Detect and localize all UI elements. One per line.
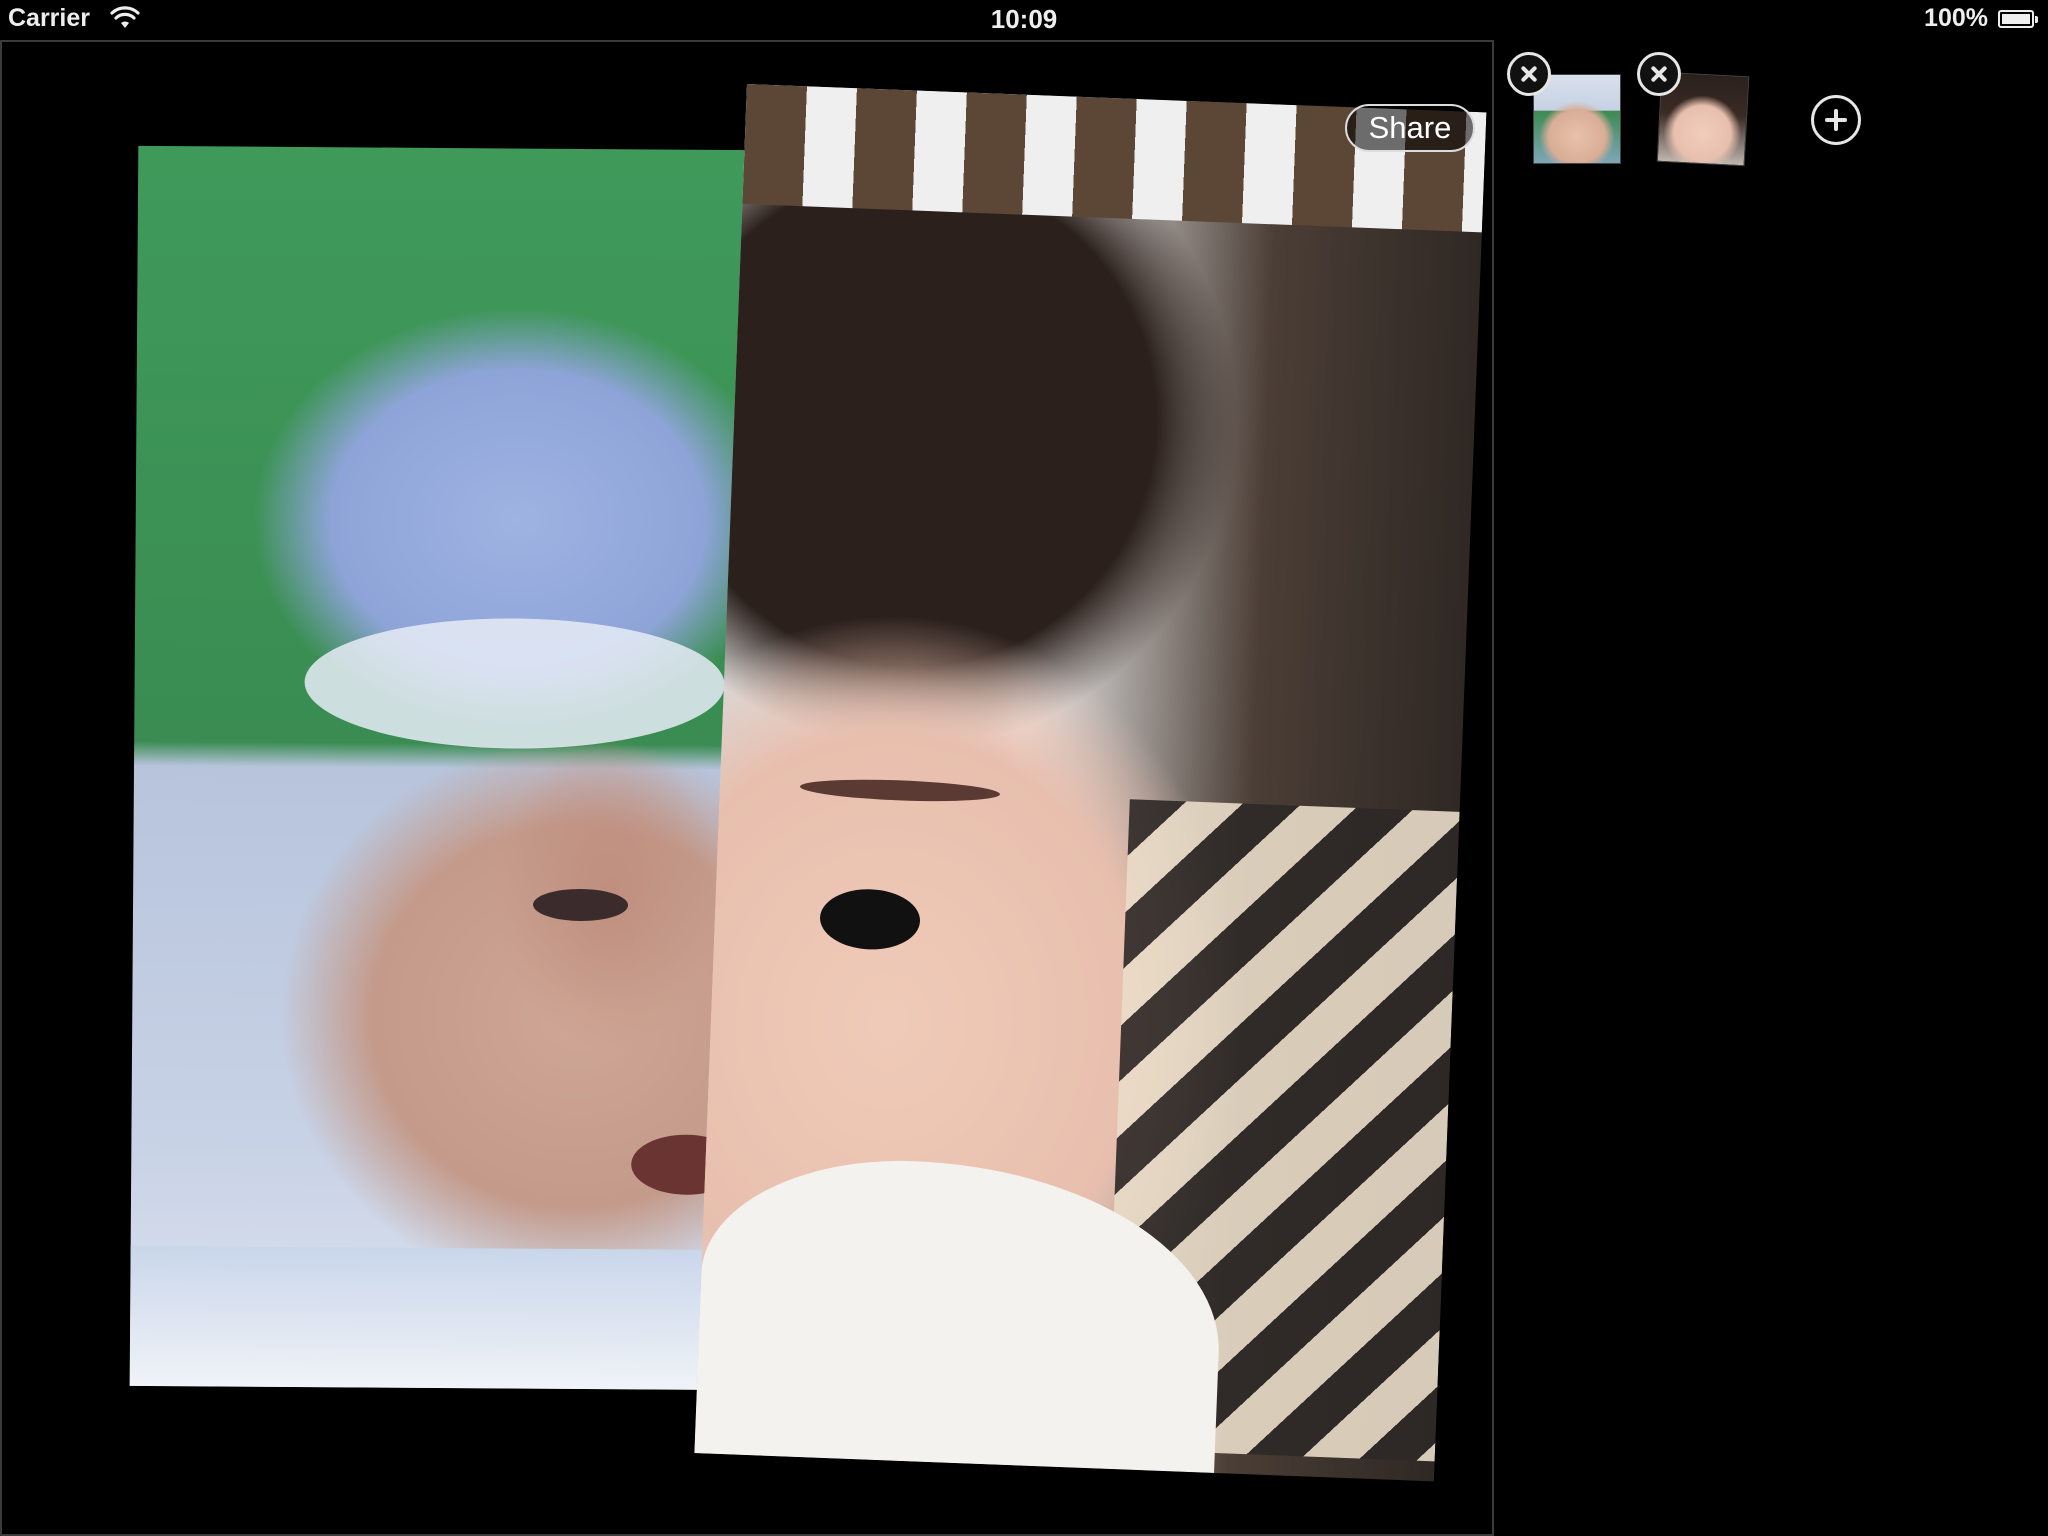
left-photo-collar: [129, 1245, 748, 1391]
close-circle-icon[interactable]: [1507, 52, 1551, 96]
right-half-photo[interactable]: [694, 84, 1487, 1482]
left-half-photo[interactable]: [129, 145, 756, 1391]
share-button[interactable]: Share: [1345, 104, 1475, 152]
composition-canvas[interactable]: Share: [0, 40, 1494, 1536]
close-circle-icon[interactable]: [1637, 52, 1681, 96]
right-photo-brow: [799, 776, 1001, 805]
battery-icon: [1998, 10, 2038, 28]
status-bar: Carrier 10:09 100%: [0, 0, 2048, 40]
status-time: 10:09: [990, 4, 1058, 34]
battery-percentage: 100%: [1924, 4, 1988, 32]
left-photo-eye: [532, 888, 629, 922]
cap-brim: [304, 617, 726, 750]
right-photo-eye: [818, 887, 922, 952]
plus-circle-icon[interactable]: [1811, 95, 1861, 145]
